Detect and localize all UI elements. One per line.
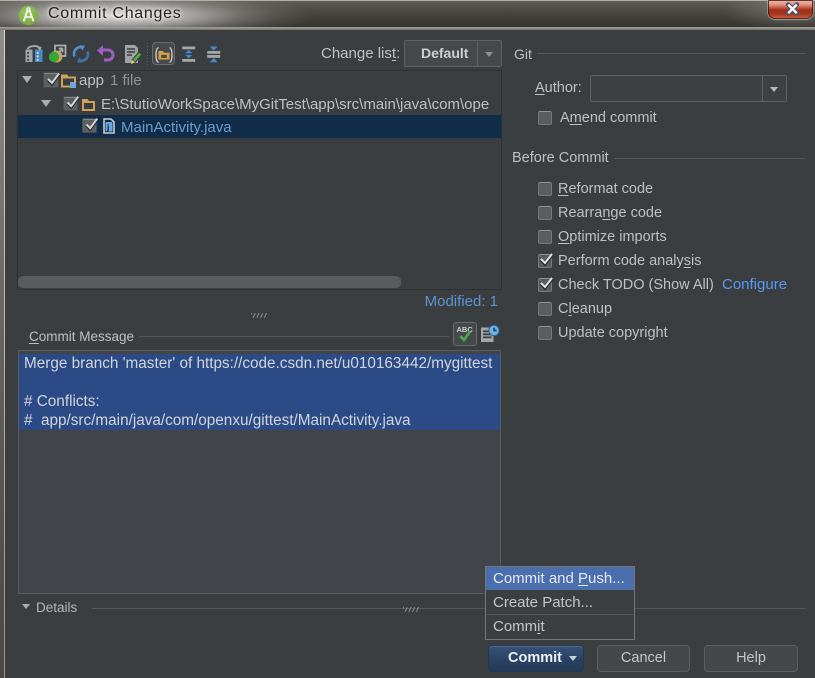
svg-text:j: j <box>106 122 109 132</box>
